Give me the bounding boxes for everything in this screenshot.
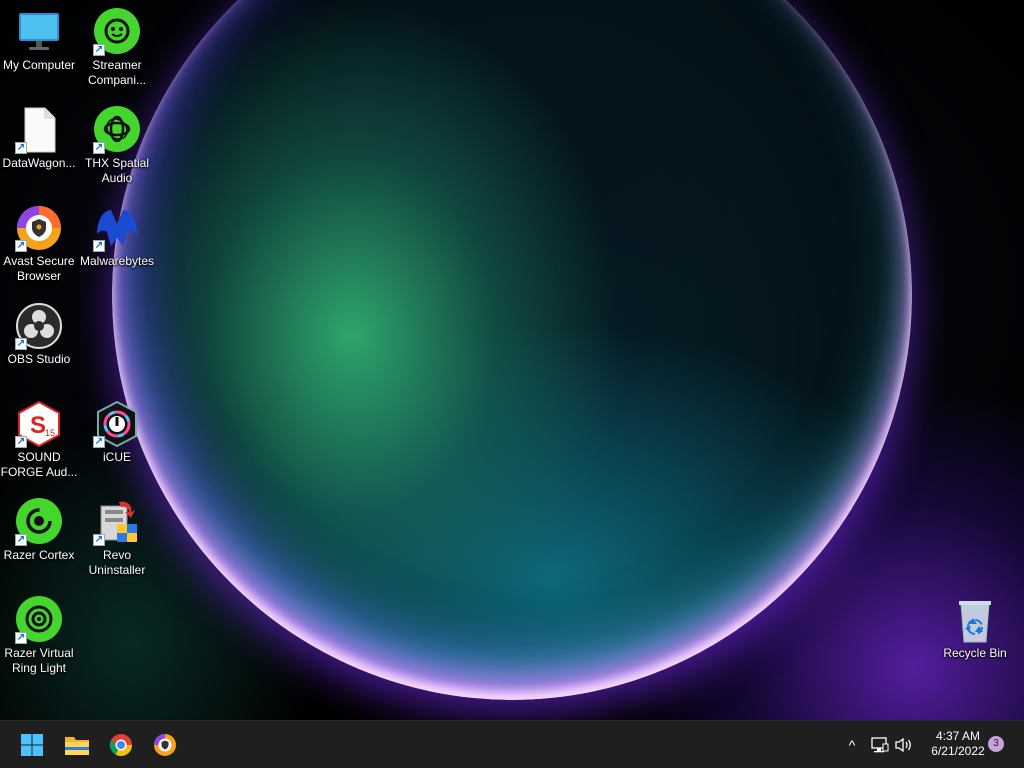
desktop-icon-label: Revo Uninstaller [88, 548, 146, 577]
sound-forge-version-badge: 15 [45, 428, 55, 438]
desktop-icon-label: Malwarebytes [79, 254, 155, 268]
clock-time: 4:37 AM [935, 729, 981, 743]
recycle-bin-icon [951, 596, 999, 644]
thx-spatial-audio-icon: ↗ [93, 106, 141, 154]
desktop-icon-streamer-companion[interactable]: ↗ Streamer Compani... [78, 4, 156, 98]
start-button[interactable] [14, 727, 50, 763]
avast-secure-browser-icon: ↗ [15, 204, 63, 252]
chrome-button[interactable] [103, 727, 139, 763]
desktop-icon-label: Recycle Bin [943, 646, 1007, 660]
desktop-icon-malwarebytes[interactable]: ↗ Malwarebytes [78, 200, 156, 294]
razer-streamer-companion-icon: ↗ [93, 8, 141, 56]
desktop-icon-avast-secure-browser[interactable]: ↗ Avast Secure Browser [0, 200, 78, 294]
desktop-icon-label: OBS Studio [7, 352, 71, 366]
desktop-icon-label: My Computer [2, 58, 76, 72]
shortcut-arrow-icon: ↗ [93, 44, 105, 56]
taskbar: ^ 4:37 AM 6/21/2022 3 [0, 720, 1024, 768]
desktop-icon-label: Avast Secure Browser [3, 254, 75, 283]
razer-cortex-icon: ↗ [15, 498, 63, 546]
desktop-icon-recycle-bin[interactable]: Recycle Bin [936, 592, 1014, 686]
desktop-icon-label: Razer Virtual Ring Light [4, 646, 74, 675]
taskbar-clock[interactable]: 4:37 AM 6/21/2022 [920, 729, 996, 759]
notification-count-badge[interactable]: 3 [988, 736, 1004, 752]
desktop-icon-datawagon[interactable]: ↗ DataWagon... [0, 102, 78, 196]
desktop-icon-razer-virtual-ring-light[interactable]: ↗ Razer Virtual Ring Light [0, 592, 78, 686]
shortcut-arrow-icon: ↗ [15, 338, 27, 350]
desktop-icon-label: Streamer Compani... [87, 58, 147, 87]
desktop-icon-sound-forge[interactable]: S 15 ↗ SOUND FORGE Aud... [0, 396, 78, 490]
file-explorer-button[interactable] [59, 727, 95, 763]
shortcut-arrow-icon: ↗ [93, 436, 105, 448]
desktop-icon-icue[interactable]: ↗ iCUE [78, 396, 156, 490]
avast-secure-browser-icon [154, 734, 176, 756]
clock-date: 6/21/2022 [931, 744, 985, 758]
obs-studio-icon: ↗ [15, 302, 63, 350]
revo-uninstaller-icon: ↗ [93, 498, 141, 546]
shortcut-arrow-icon: ↗ [93, 534, 105, 546]
sound-forge-icon: S 15 ↗ [15, 400, 63, 448]
volume-icon[interactable] [893, 733, 915, 757]
desktop-icon-label: DataWagon... [2, 156, 76, 170]
shortcut-arrow-icon: ↗ [93, 240, 105, 252]
desktop-icon-label: Razer Cortex [3, 548, 75, 562]
shortcut-arrow-icon: ↗ [15, 632, 27, 644]
chrome-icon [109, 734, 132, 756]
monitor-icon [15, 8, 63, 56]
desktop-icon-razer-cortex[interactable]: ↗ Razer Cortex [0, 494, 78, 588]
svg-text:S: S [30, 412, 46, 439]
desktop-icon-label: THX Spatial Audio [84, 156, 150, 185]
razer-virtual-ring-light-icon: ↗ [15, 596, 63, 644]
malwarebytes-icon: ↗ [93, 204, 141, 252]
network-icon[interactable] [869, 733, 891, 757]
windows-logo-icon [21, 734, 43, 756]
desktop-icon-label: SOUND FORGE Aud... [0, 450, 78, 479]
desktop-icon-obs-studio[interactable]: ↗ OBS Studio [0, 298, 78, 392]
desktop-icon-revo-uninstaller[interactable]: ↗ Revo Uninstaller [78, 494, 156, 588]
shortcut-arrow-icon: ↗ [15, 436, 27, 448]
desktop-icon-label: iCUE [102, 450, 131, 464]
shortcut-arrow-icon: ↗ [93, 142, 105, 154]
desktop-icon-thx-spatial-audio[interactable]: ↗ THX Spatial Audio [78, 102, 156, 196]
shortcut-arrow-icon: ↗ [15, 534, 27, 546]
shortcut-arrow-icon: ↗ [15, 142, 27, 154]
show-hidden-icons-chevron-icon[interactable]: ^ [841, 733, 863, 757]
blank-file-icon: ↗ [15, 106, 63, 154]
desktop-wallpaper: My Computer ↗ Streamer Compani... ↗ Data… [0, 0, 1024, 720]
icue-icon: ↗ [93, 400, 141, 448]
desktop-icon-my-computer[interactable]: My Computer [0, 4, 78, 98]
folder-icon [65, 737, 89, 755]
shortcut-arrow-icon: ↗ [15, 240, 27, 252]
avast-browser-button[interactable] [147, 727, 183, 763]
